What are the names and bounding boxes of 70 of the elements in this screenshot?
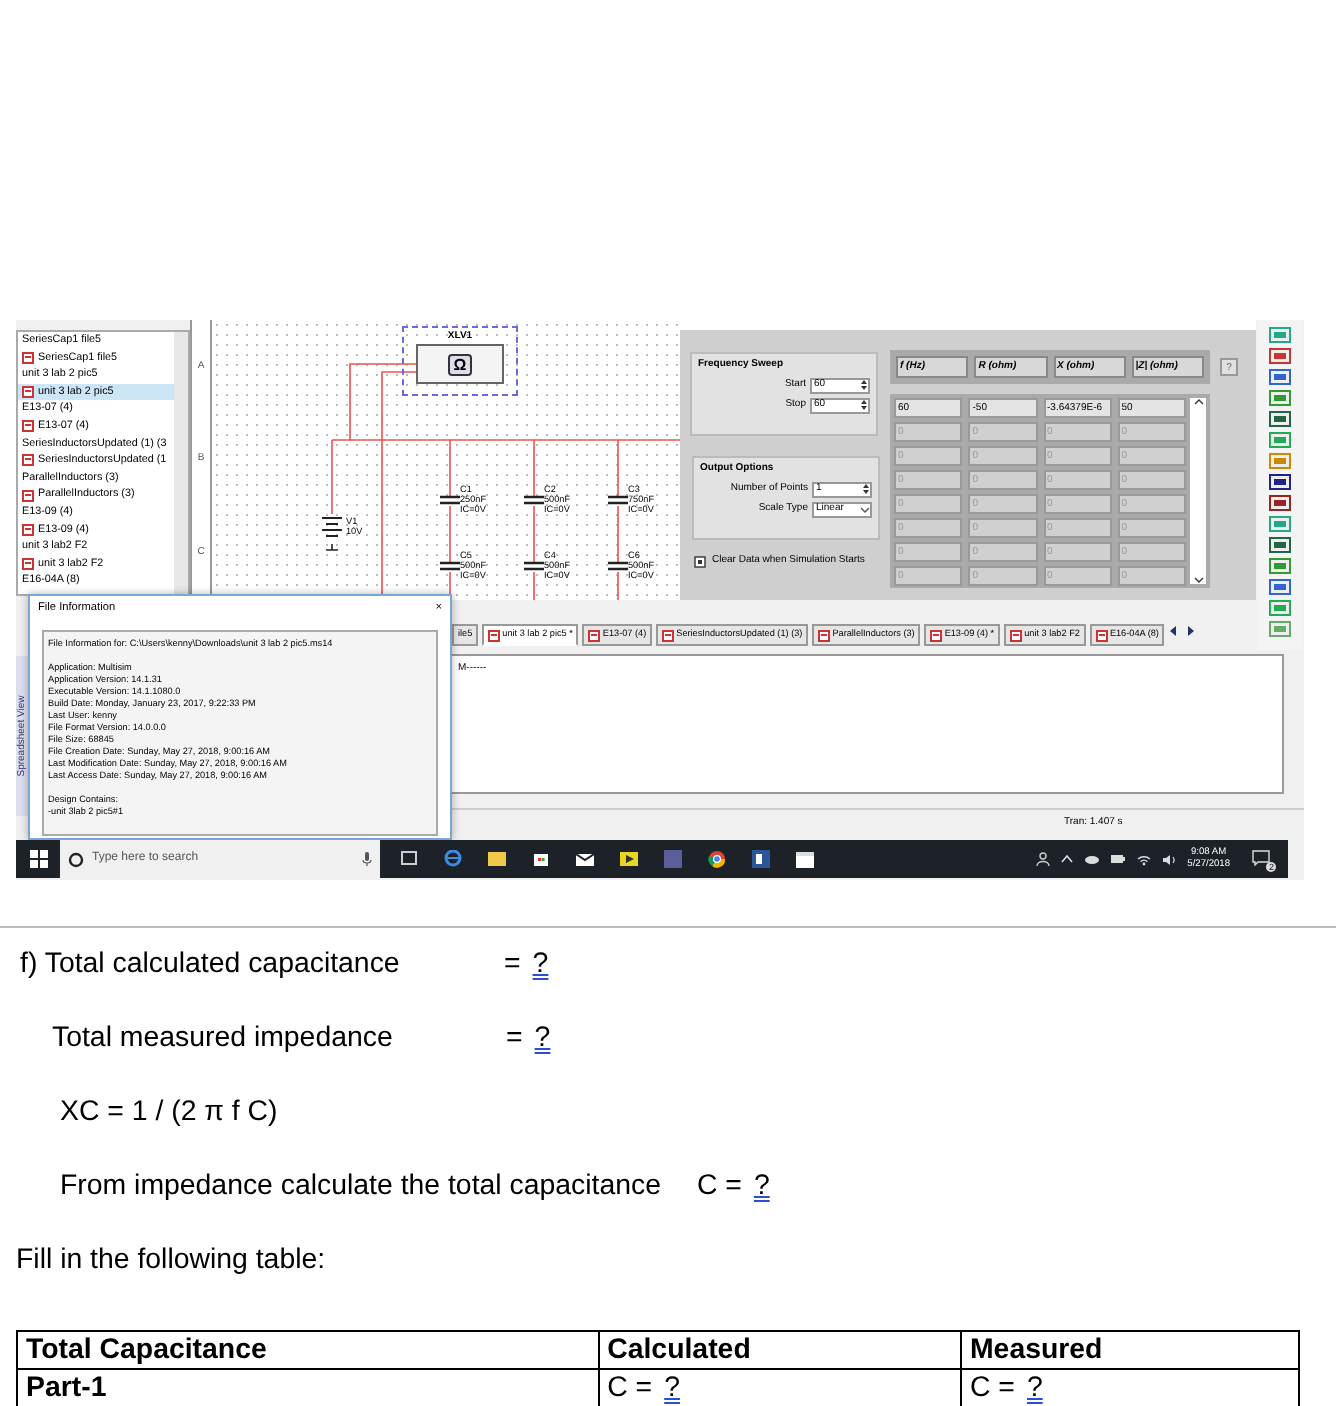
capacitor-symbol — [606, 495, 630, 506]
impedance-meter-symbol[interactable]: Ω — [416, 344, 504, 384]
answer-blank[interactable]: ? — [522, 1017, 551, 1061]
clapperboard-icon[interactable] — [796, 850, 814, 868]
scroll-up-icon[interactable] — [1193, 398, 1203, 406]
speech-bubble-icon — [1252, 849, 1270, 865]
file-icon — [488, 629, 501, 641]
capacitor-symbol — [438, 495, 462, 506]
shopping-bag-icon[interactable] — [532, 850, 550, 868]
question-text: XC = 1 / (2 π f C) — [60, 1093, 278, 1132]
equals-sign: = — [504, 945, 521, 984]
capacitor-symbol — [522, 561, 546, 572]
checked-checkbox-icon — [694, 555, 706, 568]
file-icon — [22, 558, 34, 571]
battery-symbol — [321, 517, 343, 551]
ohm-icon: Ω — [447, 353, 473, 375]
question-text: From impedance calculate the total capacitance — [60, 1167, 661, 1206]
scroll-down-icon[interactable] — [1193, 576, 1203, 584]
file-icon — [22, 454, 34, 467]
file-icon — [22, 523, 34, 536]
equals-label: C = — [607, 1372, 653, 1404]
row-header: Part-1 — [17, 1369, 599, 1406]
spinner-arrows-icon — [860, 398, 868, 412]
answer-blank[interactable]: ? — [652, 1372, 680, 1404]
file-icon — [1095, 629, 1108, 641]
chrome-icon[interactable] — [708, 850, 726, 868]
cloud-icon[interactable] — [1083, 854, 1100, 864]
column-header: Total Capacitance — [17, 1331, 599, 1369]
folder-icon[interactable] — [488, 850, 506, 868]
person-icon[interactable] — [1035, 852, 1050, 866]
capacitor-symbol — [522, 495, 546, 506]
question-text: Fill in the following table: — [16, 1241, 326, 1280]
speaker-icon[interactable] — [1161, 853, 1178, 865]
spinner-arrows-icon — [862, 482, 870, 496]
task-view-icon[interactable] — [400, 850, 418, 868]
equals-sign: C = — [696, 1167, 742, 1206]
file-icon — [588, 629, 601, 641]
answer-blank[interactable]: ? — [741, 1165, 770, 1209]
scrollbar[interactable] — [174, 332, 188, 594]
equals-label: C = — [969, 1372, 1015, 1404]
capacitor-symbol — [438, 561, 462, 572]
wifi-icon[interactable] — [1135, 853, 1152, 865]
e-logo-icon[interactable] — [444, 850, 462, 868]
column-header: Calculated — [598, 1331, 961, 1369]
tab-scroll-arrows-icon[interactable] — [1168, 624, 1197, 638]
equals-sign: = — [506, 1019, 523, 1058]
play-icon[interactable] — [620, 850, 638, 868]
file-icon — [22, 420, 34, 433]
document-app-icon[interactable] — [752, 850, 770, 868]
microphone-icon — [362, 852, 372, 866]
file-icon — [22, 386, 34, 399]
spinner-arrows-icon — [860, 378, 868, 392]
circle-icon — [68, 851, 84, 867]
file-icon — [22, 351, 34, 364]
caret-icon — [860, 505, 870, 513]
column-header: Measured — [960, 1331, 1299, 1369]
question-text: f) Total calculated capacitance — [20, 945, 402, 984]
file-icon — [22, 489, 34, 502]
envelope-icon[interactable] — [576, 850, 594, 868]
chevron-up-icon[interactable] — [1059, 854, 1074, 864]
question-text: Total measured impedance — [52, 1019, 395, 1058]
windows-start-icon[interactable] — [30, 850, 48, 868]
capacitor-symbol — [606, 561, 630, 572]
file-icon — [662, 629, 675, 641]
file-icon — [818, 629, 831, 641]
answer-blank[interactable]: ? — [520, 943, 549, 987]
file-icon — [1010, 629, 1023, 641]
file-icon — [930, 629, 943, 641]
answer-blank[interactable]: ? — [1014, 1372, 1043, 1404]
battery-icon[interactable] — [1109, 854, 1126, 864]
